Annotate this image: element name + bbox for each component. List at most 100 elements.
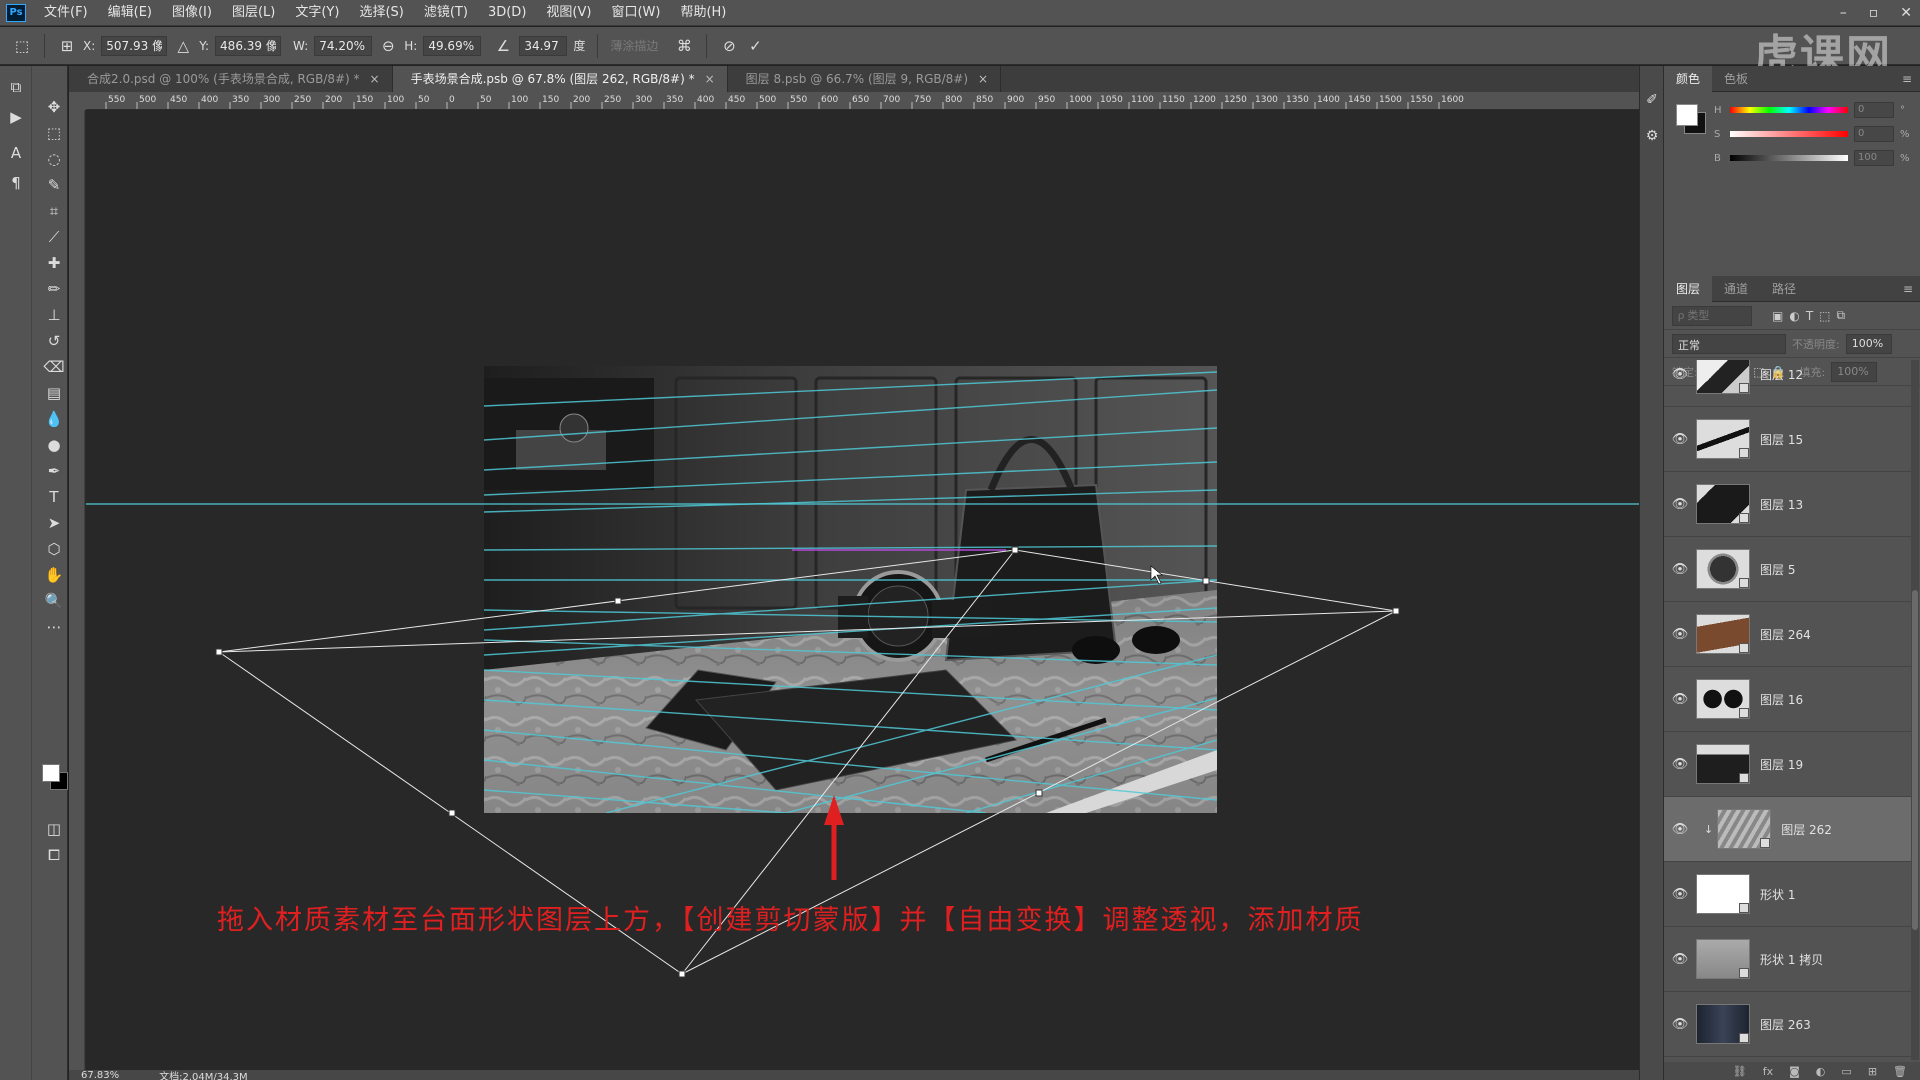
tab-document-3[interactable]: 图层 8.psb @ 66.7% (图层 9, RGB/8#) × bbox=[728, 66, 1002, 92]
layer-name[interactable]: 图层 16 bbox=[1760, 691, 1803, 708]
eraser-tool-icon[interactable]: ⌫ bbox=[42, 354, 66, 380]
brightness-slider[interactable] bbox=[1730, 155, 1848, 161]
layer-name[interactable]: 形状 1 bbox=[1760, 886, 1795, 903]
layer-row[interactable]: 👁 图层 5 bbox=[1664, 537, 1911, 602]
layer-filter-input[interactable] bbox=[1672, 305, 1752, 326]
panel-menu-icon[interactable]: ≡ bbox=[1903, 282, 1913, 296]
more-tools-icon[interactable]: ⋯ bbox=[42, 614, 66, 640]
foreground-color-swatch[interactable] bbox=[1676, 104, 1698, 126]
actions-play-icon[interactable]: ▶ bbox=[0, 102, 32, 132]
saturation-slider-row[interactable]: S 0 % bbox=[1714, 126, 1914, 142]
dodge-tool-icon[interactable]: ● bbox=[42, 432, 66, 458]
menu-help[interactable]: 帮助(H) bbox=[670, 0, 736, 26]
layer-thumbnail[interactable] bbox=[1696, 549, 1750, 589]
menu-select[interactable]: 选择(S) bbox=[349, 0, 413, 26]
lasso-tool-icon[interactable]: ◌ bbox=[42, 146, 66, 172]
close-icon[interactable]: × bbox=[370, 66, 380, 92]
link-aspect-icon[interactable]: ⊖ bbox=[378, 36, 398, 56]
horizontal-ruler[interactable]: 550 500 450 400 350 300 250 200 150 100 50 0 50 100 15… bbox=[86, 92, 1639, 110]
filter-pixel-icon[interactable]: ▣ bbox=[1772, 309, 1783, 323]
menu-filter[interactable]: 滤镜(T) bbox=[414, 0, 478, 26]
panel-menu-icon[interactable]: ≡ bbox=[1902, 72, 1912, 86]
commit-transform-icon[interactable]: ✓ bbox=[745, 36, 765, 56]
clone-stamp-tool-icon[interactable]: ⊥ bbox=[42, 302, 66, 328]
add-mask-icon[interactable]: ◙ bbox=[1789, 1065, 1800, 1078]
menu-layer[interactable]: 图层(L) bbox=[222, 0, 285, 26]
character-icon[interactable]: A bbox=[0, 138, 32, 168]
foreground-color-swatch[interactable] bbox=[42, 764, 60, 782]
layer-name[interactable]: 图层 13 bbox=[1760, 496, 1803, 513]
layer-row[interactable]: 👁 形状 1 bbox=[1664, 862, 1911, 927]
layer-row[interactable]: 👁 图层 264 bbox=[1664, 602, 1911, 667]
filter-smart-object-icon[interactable]: ⧉ bbox=[1837, 308, 1846, 323]
layer-thumbnail[interactable] bbox=[1696, 679, 1750, 719]
quick-mask-icon[interactable]: ◫ bbox=[42, 816, 66, 842]
move-tool-icon[interactable]: ✥ bbox=[42, 94, 66, 120]
layer-thumbnail[interactable] bbox=[1696, 1004, 1750, 1044]
visibility-eye-icon[interactable]: 👁 bbox=[1664, 1017, 1696, 1032]
visibility-eye-icon[interactable]: 👁 bbox=[1664, 367, 1696, 382]
brush-settings-icon[interactable]: ✐ bbox=[1640, 82, 1664, 118]
type-tool-icon[interactable]: T bbox=[42, 484, 66, 510]
menu-view[interactable]: 视图(V) bbox=[536, 0, 601, 26]
tab-channels[interactable]: 通道 bbox=[1712, 276, 1760, 302]
quick-select-tool-icon[interactable]: ✎ bbox=[42, 172, 66, 198]
saturation-slider[interactable] bbox=[1730, 131, 1848, 137]
marquee-tool-icon[interactable]: ⬚ bbox=[42, 120, 66, 146]
layer-row[interactable]: 👁 图层 15 bbox=[1664, 407, 1911, 472]
y-position-field[interactable] bbox=[215, 35, 282, 56]
properties-icon[interactable]: ⚙ bbox=[1640, 118, 1664, 154]
tab-color[interactable]: 颜色 bbox=[1664, 65, 1713, 92]
add-style-icon[interactable]: fx bbox=[1763, 1065, 1773, 1078]
layer-thumbnail[interactable] bbox=[1717, 809, 1772, 849]
visibility-eye-icon[interactable]: 👁 bbox=[1664, 562, 1696, 577]
layer-row[interactable]: 👁 图层 263 bbox=[1664, 992, 1911, 1057]
new-layer-icon[interactable]: ⊞ bbox=[1868, 1065, 1877, 1078]
filter-type-icon[interactable]: T bbox=[1806, 309, 1813, 323]
x-position-field[interactable] bbox=[101, 35, 168, 56]
layer-thumbnail[interactable] bbox=[1696, 360, 1750, 394]
layer-thumbnail[interactable] bbox=[1696, 614, 1750, 654]
zoom-tool-icon[interactable]: 🔍 bbox=[42, 588, 66, 614]
opacity-field[interactable]: 100% bbox=[1845, 333, 1892, 354]
warp-mode-icon[interactable]: ⌘ bbox=[674, 36, 694, 56]
shape-tool-icon[interactable]: ⬡ bbox=[42, 536, 66, 562]
menu-file[interactable]: 文件(F) bbox=[34, 0, 98, 26]
layer-name[interactable]: 图层 263 bbox=[1760, 1016, 1811, 1033]
layer-thumbnail[interactable] bbox=[1696, 744, 1750, 784]
blend-mode-select[interactable]: 正常 bbox=[1672, 333, 1786, 354]
healing-brush-tool-icon[interactable]: ✚ bbox=[42, 250, 66, 276]
eyedropper-tool-icon[interactable]: ⟋ bbox=[42, 224, 66, 250]
history-brush-tool-icon[interactable]: ↺ bbox=[42, 328, 66, 354]
tab-swatches[interactable]: 色板 bbox=[1712, 66, 1760, 92]
layer-thumbnail[interactable] bbox=[1696, 874, 1750, 914]
minimize-button[interactable]: – bbox=[1840, 5, 1847, 21]
layer-name[interactable]: 形状 1 拷贝 bbox=[1760, 951, 1823, 968]
layer-row[interactable]: 👁⛓颜色填... bbox=[1664, 1057, 1911, 1060]
close-window-button[interactable]: ✕ bbox=[1900, 5, 1912, 21]
tab-layers[interactable]: 图层 bbox=[1664, 275, 1713, 302]
layer-name[interactable]: 图层 19 bbox=[1760, 756, 1803, 773]
maximize-button[interactable]: ▫ bbox=[1869, 5, 1879, 21]
new-group-icon[interactable]: ▭ bbox=[1841, 1065, 1851, 1078]
layers-scrollbar[interactable] bbox=[1911, 360, 1919, 1060]
layer-name[interactable]: 图层 262 bbox=[1781, 821, 1832, 838]
hue-slider[interactable] bbox=[1730, 107, 1848, 113]
crop-tool-icon[interactable]: ⌗ bbox=[42, 198, 66, 224]
link-layers-icon[interactable]: ⛓ bbox=[1733, 1065, 1747, 1078]
menu-3d[interactable]: 3D(D) bbox=[478, 0, 536, 26]
visibility-eye-icon[interactable]: 👁 bbox=[1664, 887, 1696, 902]
screen-mode-icon[interactable]: ⧠ bbox=[42, 842, 66, 868]
layer-row[interactable]: 👁 ↓ 图层 262 bbox=[1664, 797, 1911, 862]
vertical-ruler[interactable] bbox=[69, 110, 86, 1070]
filter-shape-icon[interactable]: ⬚ bbox=[1819, 309, 1830, 323]
visibility-eye-icon[interactable]: 👁 bbox=[1664, 757, 1696, 772]
tab-paths[interactable]: 路径 bbox=[1760, 276, 1808, 302]
menu-edit[interactable]: 编辑(E) bbox=[98, 0, 162, 26]
visibility-eye-icon[interactable]: 👁 bbox=[1664, 497, 1696, 512]
layer-name[interactable]: 图层 264 bbox=[1760, 626, 1811, 643]
layer-row[interactable]: 👁 图层 19 bbox=[1664, 732, 1911, 797]
brightness-value[interactable]: 100 bbox=[1854, 150, 1894, 166]
document-size[interactable]: 文档:2.04M/34.3M bbox=[159, 1068, 248, 1080]
gradient-tool-icon[interactable]: ▤ bbox=[42, 380, 66, 406]
